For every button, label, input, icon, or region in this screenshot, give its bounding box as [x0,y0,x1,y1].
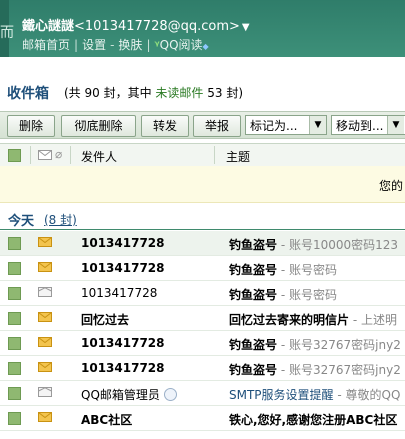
mail-checkbox[interactable] [8,362,21,375]
mail-checkbox[interactable] [8,237,21,250]
unread-mail-link[interactable]: 未读邮件 [155,86,203,100]
mail-toolbar: 删除 彻底删除 转发 举报 标记为... ▼ 移动到... ▼ [0,111,405,139]
mail-row[interactable]: 回忆过去 回忆过去寄来的明信片 - 上述明 [0,306,405,331]
group-count-link[interactable]: (8 封) [44,211,77,228]
logo: 而 [0,0,14,57]
user-email[interactable]: <1013417728@qq.com> [74,19,240,34]
mail-sender[interactable]: 1013417728 [81,286,157,300]
chevron-down-icon[interactable]: ▼ [309,116,326,134]
sender-column-header[interactable]: 发件人 [81,148,117,165]
mail-subject[interactable]: 铁心,您好,感谢您注册ABC社区 [229,411,397,428]
attachment-icon: ⌀ [55,147,63,161]
envelope-icon [38,150,52,160]
mail-preview: - 尊敬的QQ [333,388,401,402]
mail-row[interactable]: 1013417728 钓鱼盗号 - 账号32767密码jny2 [0,356,405,381]
mail-preview: - 账号32767密码jny2 [277,338,401,352]
divider: - [110,38,115,52]
mail-subject[interactable]: 钓鱼盗号 - 账号32767密码jny2 [229,336,401,353]
mail-subject[interactable]: SMTP服务设置提醒 - 尊敬的QQ [229,386,400,403]
mail-row[interactable]: 1013417728 钓鱼盗号 - 账号32767密码jny2 [0,331,405,356]
column-header: ⌀ 发件人 主题 [0,143,405,167]
envelope-unread-icon [38,412,52,422]
link-change-skin[interactable]: 换肤 [118,38,142,52]
account-dropdown-icon[interactable]: ▼ [242,22,250,33]
envelope-open-icon [38,387,52,397]
mail-subject[interactable]: 回忆过去寄来的明信片 - 上述明 [229,311,397,328]
envelope-unread-icon [38,337,52,347]
notice-text: 您的 [378,179,403,193]
sparkle-icon: ◆ [202,42,209,51]
inbox-summary: (共 90 封，其中 未读邮件 53 封) [64,86,244,100]
user-name[interactable]: 鐵心謎謎 [22,19,74,34]
mail-subject[interactable]: 钓鱼盗号 - 账号密码 [229,261,337,278]
page-title: 收件箱 [7,86,49,102]
mail-preview: - 账号32767密码jny2 [277,363,401,377]
inbox-title-bar: 收件箱 (共 90 封，其中 未读邮件 53 封) [0,75,405,105]
forward-button[interactable]: 转发 [141,115,189,137]
move-to-select[interactable]: 移动到... ▼ [331,115,405,135]
verified-badge-icon [163,388,177,401]
mail-preview: - 上述明 [349,313,397,327]
subject-column-header[interactable]: 主题 [226,148,250,165]
group-header-today: 今天 (8 封) [0,207,405,230]
envelope-unread-icon [38,312,52,322]
link-qq-reading[interactable]: QQ阅读 [160,38,203,52]
mail-sender[interactable]: 1013417728 [81,236,165,250]
envelope-unread-icon [38,237,52,247]
delete-forever-button[interactable]: 彻底删除 [61,115,136,137]
mail-checkbox[interactable] [8,312,21,325]
mail-checkbox[interactable] [8,387,21,400]
divider: | [74,38,79,52]
mail-checkbox[interactable] [8,287,21,300]
mail-sender[interactable]: QQ邮箱管理员 [81,386,177,403]
group-title: 今天 [8,214,35,229]
mail-preview: - 账号密码 [277,263,337,277]
link-settings[interactable]: 设置 [82,38,106,52]
notice-bar: 您的 [0,166,405,203]
mail-subject[interactable]: 钓鱼盗号 - 账号10000密码123 [229,236,398,253]
mail-preview: - 账号10000密码123 [277,238,399,252]
link-mail-home[interactable]: 邮箱首页 [22,38,70,52]
divider [30,146,31,164]
chevron-down-icon[interactable]: ▼ [387,116,404,134]
mail-sender[interactable]: 回忆过去 [81,311,129,328]
mail-row[interactable]: 1013417728 钓鱼盗号 - 账号密码 [0,256,405,281]
account-line[interactable]: 鐵心謎謎<1013417728@qq.com> ▼ [22,15,250,34]
mail-row[interactable]: 1013417728 钓鱼盗号 - 账号密码 [0,281,405,306]
mail-row[interactable]: 1013417728 钓鱼盗号 - 账号10000密码123 [0,231,405,256]
select-all-checkbox[interactable] [8,149,21,162]
mail-checkbox[interactable] [8,337,21,350]
report-button[interactable]: 举报 [193,115,241,137]
mark-as-select[interactable]: 标记为... ▼ [245,115,327,135]
mail-sender[interactable]: 1013417728 [81,361,165,375]
divider [70,146,71,164]
divider [214,146,215,164]
mail-sender[interactable]: 1013417728 [81,261,165,275]
envelope-unread-icon [38,262,52,272]
mail-checkbox[interactable] [8,262,21,275]
mail-checkbox[interactable] [8,412,21,425]
mail-subject[interactable]: 钓鱼盗号 - 账号32767密码jny2 [229,361,401,378]
divider: | [146,38,151,52]
mail-sender[interactable]: ABC社区 [81,411,132,428]
header-links: 邮箱首页 | 设置 - 换肤 | ᵞQQ阅读◆ [22,36,209,53]
mail-row[interactable]: QQ邮箱管理员 SMTP服务设置提醒 - 尊敬的QQ [0,381,405,406]
mail-preview: - 账号密码 [277,288,337,302]
mail-header: 而 鐵心謎謎<1013417728@qq.com> ▼ 邮箱首页 | 设置 - 换肤 | ᵞQ… [0,0,405,57]
envelope-open-icon [38,287,52,297]
mail-row[interactable]: ABC社区 铁心,您好,感谢您注册ABC社区 [0,406,405,431]
mail-sender[interactable]: 1013417728 [81,336,165,350]
envelope-unread-icon [38,362,52,372]
mail-subject[interactable]: 钓鱼盗号 - 账号密码 [229,286,337,303]
delete-button[interactable]: 删除 [7,115,55,137]
